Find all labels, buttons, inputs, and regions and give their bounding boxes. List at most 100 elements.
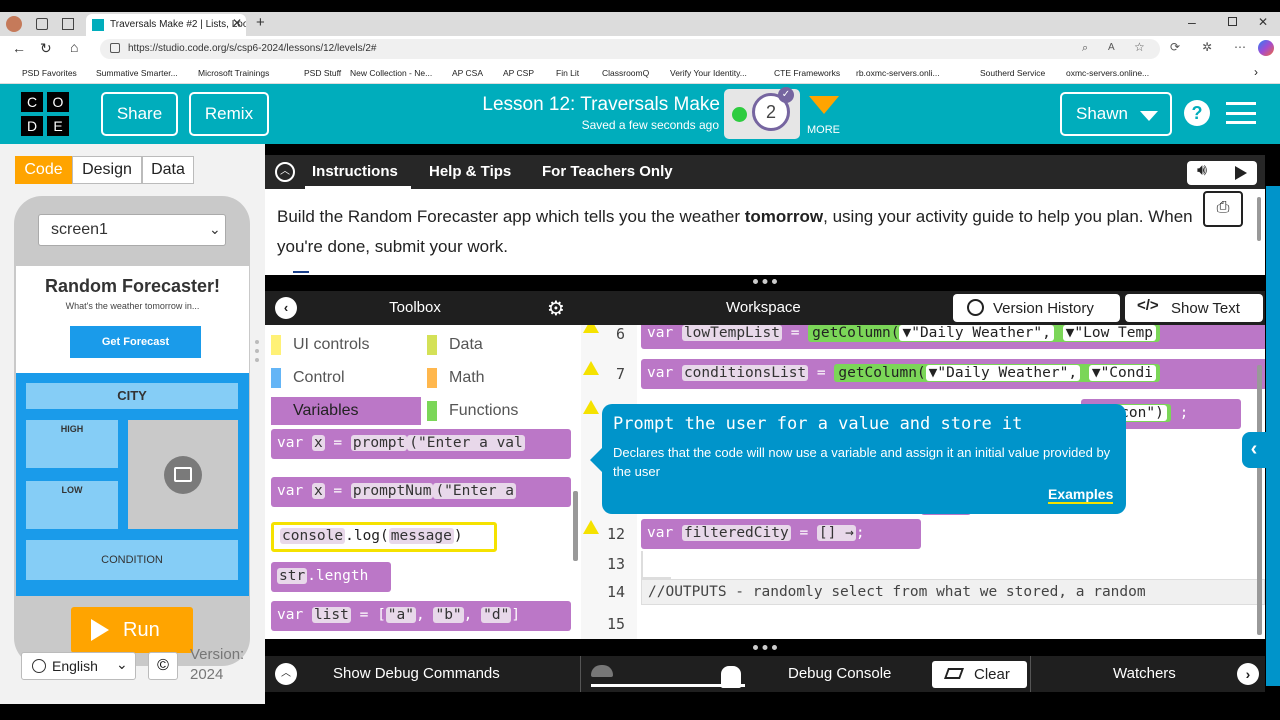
bookmark[interactable]: AP CSA — [452, 68, 483, 78]
code-line-7[interactable]: var conditionsList = getColumn(▼"Daily W… — [641, 359, 1265, 389]
bookmark[interactable]: CTE Frameworks — [774, 68, 840, 78]
language-select[interactable]: English ⌄ — [21, 652, 136, 680]
remix-button[interactable]: Remix — [189, 92, 269, 136]
favorite-star-icon[interactable]: ☆ — [1134, 40, 1145, 54]
workspace-scrollbar[interactable] — [1257, 365, 1262, 635]
prompt-num-block[interactable]: var x = promptNum ("Enter a — [271, 477, 571, 507]
tab-teachers-only[interactable]: For Teachers Only — [542, 163, 673, 180]
console-log-block[interactable]: console .log(message) — [271, 522, 497, 552]
list-block[interactable]: var list = ["a", "b", "d"] — [271, 601, 571, 631]
category-variables[interactable]: Variables — [271, 397, 421, 425]
expand-watchers-icon[interactable]: › — [1237, 663, 1259, 685]
more-menu-icon[interactable]: ⋯ — [1234, 40, 1246, 54]
tab-data[interactable]: Data — [142, 156, 194, 184]
bookmark[interactable]: Summative Smarter... — [96, 68, 178, 78]
version-history-button[interactable]: Version History — [953, 294, 1120, 322]
debug-resize-handle[interactable] — [753, 645, 777, 651]
instructions-resize-handle[interactable] — [753, 279, 777, 285]
code-line-14-comment[interactable]: //OUTPUTS - randomly select from what we… — [641, 579, 1265, 605]
browser-tab[interactable]: Traversals Make #2 | Lists, Loops — [86, 14, 246, 36]
reload-icon[interactable]: ↻ — [40, 40, 52, 57]
bookmark[interactable]: Verify Your Identity... — [670, 68, 747, 78]
new-tab-icon[interactable]: + — [256, 14, 265, 31]
hamburger-menu-icon[interactable] — [1226, 102, 1256, 124]
bookmark[interactable]: Southerd Service — [980, 68, 1045, 78]
tab-code[interactable]: Code — [15, 156, 72, 184]
tab-design[interactable]: Design — [72, 156, 142, 184]
bookmark[interactable]: PSD Favorites — [22, 68, 77, 78]
tab-help-tips[interactable]: Help & Tips — [429, 163, 511, 180]
prompt-block[interactable]: var x = prompt ("Enter a val — [271, 429, 571, 459]
more-levels-button[interactable]: MORE — [805, 94, 843, 138]
get-column-call[interactable]: getColumn(▼"Daily Weather", ▼"Low Temp — [808, 325, 1160, 342]
zoom-icon[interactable]: ⌕ — [1082, 42, 1088, 55]
copyright-button[interactable]: © — [148, 652, 178, 680]
clear-button[interactable]: Clear — [932, 661, 1027, 688]
category-math[interactable]: Math — [421, 364, 577, 392]
collapse-instructions-icon[interactable]: ︿ — [275, 162, 295, 182]
run-button[interactable]: Run — [71, 607, 193, 653]
tab-close-icon[interactable]: ✕ — [232, 16, 242, 30]
bookmark[interactable]: Microsoft Trainings — [198, 68, 269, 78]
maximize-icon[interactable] — [1228, 17, 1237, 26]
run-label: Run — [123, 619, 160, 641]
watchers-label[interactable]: Watchers — [1113, 665, 1176, 682]
extensions-icon[interactable]: ✲ — [1202, 40, 1212, 54]
code-line-6[interactable]: var lowTempList = getColumn(▼"Daily Weat… — [641, 325, 1265, 349]
empty-array-slot[interactable]: [] → — [816, 525, 856, 541]
bookmark[interactable]: oxmc-servers.online... — [1066, 68, 1149, 78]
workspace-header: Workspace Version History </> Show Text — [581, 291, 1265, 325]
expand-right-panel-icon[interactable]: ‹ — [1242, 432, 1266, 468]
category-control[interactable]: Control — [265, 364, 421, 392]
get-column-call[interactable]: getColumn(▼"Daily Weather", ▼"Condi — [834, 364, 1160, 382]
profile-avatar[interactable] — [6, 16, 22, 32]
screen-select[interactable]: screen1 ⌄ — [38, 214, 226, 246]
bookmark[interactable]: Fin Lit — [556, 68, 579, 78]
warning-icon[interactable] — [583, 400, 599, 414]
user-menu-button[interactable]: Shawn — [1060, 92, 1172, 136]
help-button[interactable]: ? — [1184, 100, 1210, 126]
scrollbar[interactable] — [1257, 197, 1261, 241]
resize-handle[interactable] — [255, 340, 259, 362]
tab-instructions[interactable]: Instructions — [312, 163, 398, 180]
refresh-extension-icon[interactable]: ⟳ — [1170, 40, 1180, 54]
category-functions[interactable]: Functions — [421, 397, 577, 425]
toolbox-scrollbar[interactable] — [573, 491, 578, 561]
category-ui-controls[interactable]: UI controls — [265, 331, 421, 359]
bookmark[interactable]: rb.oxmc-servers.onli... — [856, 68, 940, 78]
tab-actions-icon[interactable] — [62, 18, 74, 30]
share-button[interactable]: Share — [101, 92, 178, 136]
bookmark[interactable]: ClassroomQ — [602, 68, 649, 78]
back-icon[interactable]: ← — [12, 40, 26, 56]
show-debug-commands-label[interactable]: Show Debug Commands — [333, 665, 500, 682]
speaker-icon[interactable]: 🔊︎ — [1197, 162, 1207, 180]
home-icon[interactable]: ⌂ — [70, 39, 78, 55]
gear-icon[interactable]: ⚙ — [547, 296, 565, 321]
play-icon[interactable] — [1235, 166, 1247, 180]
bookmark[interactable]: New Collection - Ne... — [350, 68, 432, 78]
chevron-down-icon — [809, 96, 839, 114]
str-length-block[interactable]: str .length — [271, 562, 391, 592]
site-info-icon[interactable] — [110, 43, 120, 53]
workspaces-icon[interactable] — [36, 18, 48, 30]
show-text-button[interactable]: </> Show Text — [1125, 294, 1263, 322]
level-progress[interactable]: 2 ✓ — [724, 87, 800, 139]
code-logo[interactable]: C O D E — [21, 92, 71, 136]
read-aloud-icon[interactable]: A — [1108, 42, 1115, 53]
bookmark[interactable]: PSD Stuff — [304, 68, 341, 78]
bookmark[interactable]: AP CSP — [503, 68, 534, 78]
examples-link[interactable]: Examples — [1048, 486, 1114, 504]
bookmarks-overflow-icon[interactable]: › — [1254, 65, 1258, 79]
expand-debug-icon[interactable]: ︿ — [275, 663, 297, 685]
minimize-icon[interactable]: – — [1188, 14, 1196, 30]
url-input[interactable]: https://studio.code.org/s/csp6-2024/less… — [100, 39, 1160, 59]
window-close-icon[interactable]: ✕ — [1258, 15, 1268, 29]
audio-controls[interactable]: 🔊︎ — [1187, 161, 1257, 185]
code-line-12[interactable]: var filteredCity = [] →; — [641, 519, 921, 549]
immersive-reader-icon[interactable]: ⎙ — [1203, 191, 1243, 227]
instructions-body: Build the Random Forecaster app which te… — [265, 189, 1265, 275]
category-data[interactable]: Data — [421, 331, 577, 359]
block-slot: x — [311, 483, 325, 499]
copilot-icon[interactable] — [1258, 40, 1274, 56]
get-forecast-button[interactable]: Get Forecast — [70, 326, 201, 358]
